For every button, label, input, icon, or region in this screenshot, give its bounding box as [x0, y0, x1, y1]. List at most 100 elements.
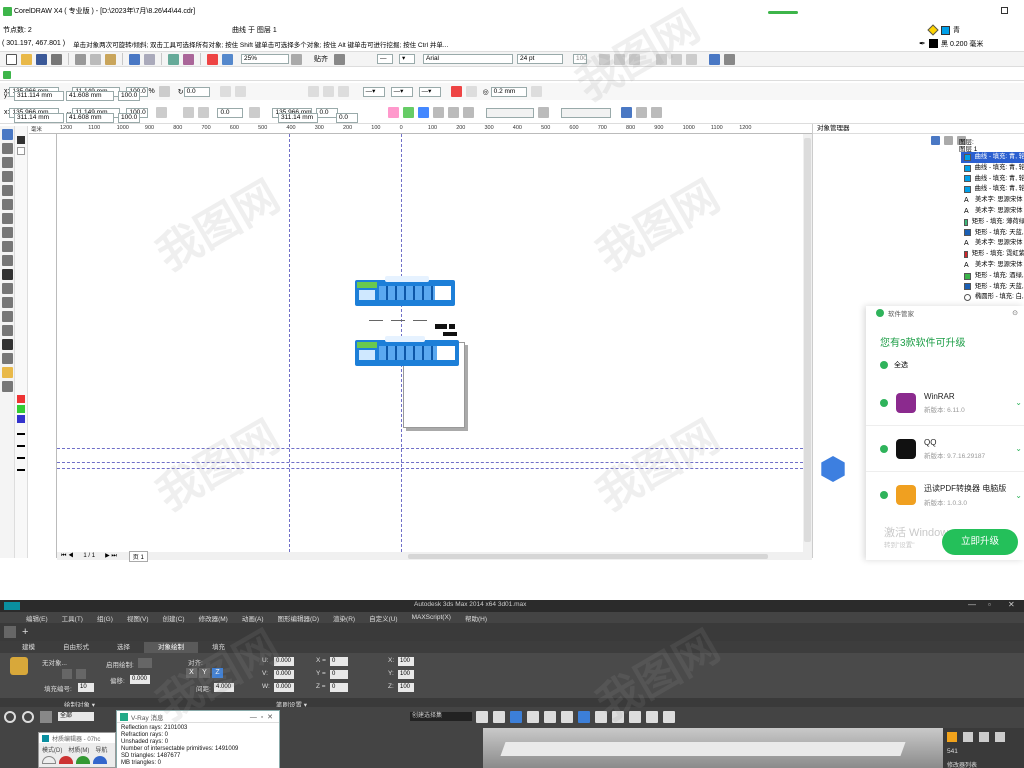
paint-brush-icon[interactable]: [10, 657, 28, 675]
layer-icon[interactable]: [510, 711, 522, 723]
line-swatch[interactable]: [17, 469, 25, 471]
guideline[interactable]: [57, 448, 803, 449]
material-icon[interactable]: [578, 711, 590, 723]
start-arrow-select[interactable]: —▾: [362, 86, 385, 97]
max-menu-item[interactable]: 渲染(R): [333, 613, 355, 623]
first-page-button[interactable]: ⏮ ◀: [61, 553, 73, 560]
rotation-field[interactable]: 0.0: [183, 86, 210, 97]
scale-z-field[interactable]: 100: [398, 683, 414, 692]
guideline[interactable]: [57, 462, 803, 463]
schematic-icon[interactable]: [561, 711, 573, 723]
font-select[interactable]: Arial: [423, 54, 513, 64]
app-checkbox[interactable]: [880, 491, 888, 499]
end-arrow-select[interactable]: —▾: [418, 86, 441, 97]
material-slot[interactable]: [93, 756, 107, 764]
motion-tab-icon[interactable]: [995, 732, 1005, 742]
max-menu-item[interactable]: 创建(C): [163, 613, 185, 623]
chevron-down-icon[interactable]: ⌄: [1015, 398, 1022, 407]
object-list-item[interactable]: 椭圆形 - 填充: 白,: [961, 292, 1024, 303]
vertical-scrollbar[interactable]: [803, 134, 812, 552]
object-list-item[interactable]: 矩形 - 填充: 天蓝,: [961, 228, 1024, 239]
export-icon[interactable]: [183, 53, 194, 65]
palette-swatch-red[interactable]: [17, 395, 25, 403]
w-field[interactable]: 0.000: [274, 683, 294, 692]
redo-icon[interactable]: [144, 53, 155, 65]
app-row[interactable]: 迅读PDF转换器 电脑版 新版本: 1.0.3.0 ⌄: [866, 472, 1024, 518]
mirror-v-icon[interactable]: [234, 86, 246, 97]
max-menu-item[interactable]: 修改器(M): [199, 613, 228, 623]
render-icon[interactable]: [629, 711, 641, 723]
preset-select[interactable]: [561, 107, 612, 118]
line-style-select-2[interactable]: —▾: [390, 86, 413, 97]
material-slot[interactable]: [42, 756, 56, 764]
v-field[interactable]: 0.000: [274, 670, 294, 679]
underline-icon[interactable]: [629, 53, 640, 65]
shape-icon[interactable]: [322, 86, 334, 97]
rotation-field-2[interactable]: 0.0: [217, 107, 244, 118]
value-2-field[interactable]: 0.0: [336, 113, 358, 123]
select-all-checkbox[interactable]: [880, 361, 888, 369]
max-restore-button[interactable]: ▫: [988, 600, 991, 609]
material-menu-mode[interactable]: 模式(D): [42, 745, 62, 754]
dimension-tool-icon[interactable]: [1, 297, 13, 308]
line-swatch[interactable]: [17, 433, 25, 435]
app-launcher-icon[interactable]: [207, 53, 218, 65]
vray-toolbar-icon[interactable]: [663, 711, 675, 723]
scale-x-field[interactable]: 100: [398, 657, 414, 666]
max-menu-item[interactable]: 视图(V): [127, 613, 149, 623]
transform-icon[interactable]: [636, 107, 648, 118]
max-menu-item[interactable]: 帮助(H): [465, 613, 487, 623]
material-menu-nav[interactable]: 导航: [95, 745, 107, 754]
intersect-icon[interactable]: [433, 107, 445, 118]
palette-swatch-green[interactable]: [17, 405, 25, 413]
offset-field[interactable]: 0.000: [130, 675, 150, 684]
align-icon[interactable]: [493, 711, 505, 723]
connector-tool-icon[interactable]: [1, 311, 13, 322]
zoom-100-field[interactable]: 100: [573, 54, 587, 64]
outline-tool-icon[interactable]: [1, 353, 13, 364]
max-menu-item[interactable]: 工具(T): [62, 613, 83, 623]
upgrade-now-button[interactable]: 立即升级: [942, 529, 1018, 555]
touch-icon[interactable]: [621, 107, 633, 118]
paint-mode-icon[interactable]: [138, 658, 152, 668]
modify-tab-icon[interactable]: [963, 732, 973, 742]
blend-tool-icon[interactable]: [1, 325, 13, 336]
guideline[interactable]: [57, 468, 803, 469]
scale-y-field[interactable]: 100: [398, 670, 414, 679]
max-viewport[interactable]: [483, 728, 943, 768]
text-toggle[interactable]: ▾: [399, 54, 415, 64]
max-menu-item[interactable]: MAXScript(X): [412, 614, 451, 621]
snap-dropdown[interactable]: 贴齐: [314, 54, 328, 64]
axis-y-button[interactable]: Y: [199, 668, 210, 678]
axis-x-button[interactable]: X: [186, 668, 197, 678]
material-slot[interactable]: [59, 756, 73, 764]
object-list-item[interactable]: 曲线 - 填充: 青, 轮: [961, 163, 1024, 174]
bullet-icon[interactable]: [671, 53, 682, 65]
list-object-icon[interactable]: [76, 669, 86, 679]
object-list-item[interactable]: 曲线 - 填充: 青, 轮: [961, 184, 1024, 195]
object-list-item[interactable]: A 美术字: 思源宋体: [961, 238, 1024, 249]
break-icon[interactable]: [249, 107, 261, 118]
text-frame-icon[interactable]: [709, 53, 720, 65]
object-list-item[interactable]: A 美术字: 思源宋体: [961, 206, 1024, 217]
selection-filter[interactable]: 全部: [58, 712, 94, 721]
link-icon[interactable]: [4, 711, 16, 723]
new-icon[interactable]: [6, 53, 17, 65]
select-all-row[interactable]: 全选: [880, 360, 1024, 370]
text-tool-icon[interactable]: [1, 269, 13, 280]
lock-ratio-icon-2[interactable]: [156, 107, 168, 118]
outline-pen-icon[interactable]: [530, 86, 542, 97]
freehand-tool-icon[interactable]: [1, 185, 13, 196]
bold-icon[interactable]: [599, 53, 610, 65]
popup-menu-icon[interactable]: ⊙: [1012, 309, 1018, 317]
pos-y2-field[interactable]: 311.14 mm: [278, 113, 318, 123]
object-name[interactable]: 541: [947, 748, 958, 755]
page-tab[interactable]: 页 1: [128, 550, 148, 562]
ribbon-tab[interactable]: 自由形式: [49, 642, 103, 653]
weld-icon[interactable]: [403, 107, 415, 118]
create-tab-icon[interactable]: [947, 732, 957, 742]
undo-icon[interactable]: [129, 53, 140, 65]
scale-y-field-2[interactable]: 100.0: [118, 113, 140, 123]
vray-window-controls[interactable]: — ▫ ✕: [250, 713, 273, 721]
height-field-2[interactable]: 41.608 mm: [66, 113, 114, 123]
